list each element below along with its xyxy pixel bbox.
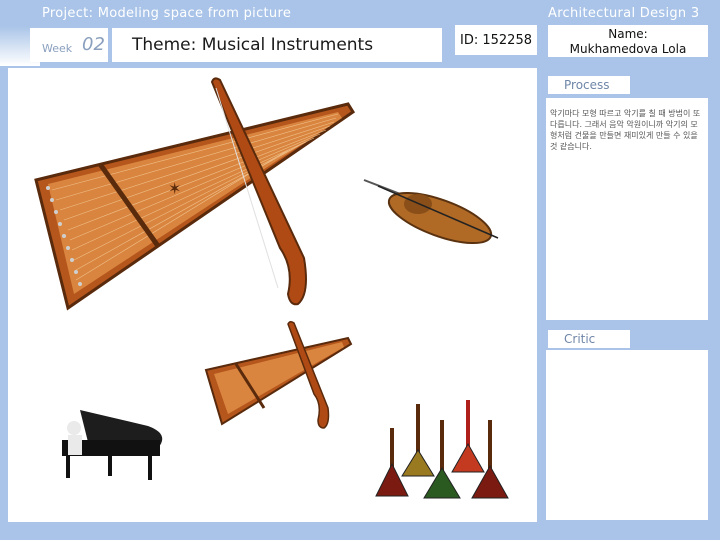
- instrument-illustrations: ✶: [34, 77, 509, 499]
- week-label: Week: [42, 42, 73, 55]
- id-box: ID: 152258: [455, 25, 537, 55]
- week-box: Week 02: [30, 28, 108, 62]
- week-number: 02: [82, 34, 105, 55]
- critic-label-text: Critic: [564, 332, 596, 346]
- process-label: Process: [548, 76, 630, 94]
- process-panel: 악기마다 모형 따르고 악기를 칠 때 방법이 또 다릅니다. 그래서 음악 악…: [546, 98, 708, 320]
- critic-label: Critic: [548, 330, 630, 348]
- piano-image: [62, 410, 163, 480]
- zither-small-image: [204, 320, 353, 429]
- critic-panel: [546, 350, 708, 520]
- process-label-text: Process: [564, 78, 610, 92]
- process-text: 악기마다 모형 따르고 악기를 칠 때 방법이 또 다릅니다. 그래서 음악 악…: [550, 109, 701, 151]
- theme-box: Theme: Musical Instruments: [112, 28, 442, 62]
- name-box: Name: Mukhamedova Lola: [548, 25, 708, 57]
- project-title: Project: Modeling space from picture: [42, 6, 292, 21]
- violin-image: [363, 179, 499, 245]
- balalaikas-image: [375, 400, 509, 499]
- theme-title: Theme: Musical Instruments: [132, 35, 374, 55]
- zither-large-image: ✶: [34, 77, 356, 311]
- student-id: ID: 152258: [460, 32, 532, 48]
- course-title: Architectural Design 3: [548, 6, 700, 21]
- svg-text:✶: ✶: [168, 179, 181, 198]
- image-panel: ✶: [8, 68, 537, 522]
- student-name: Name: Mukhamedova Lola: [569, 27, 687, 56]
